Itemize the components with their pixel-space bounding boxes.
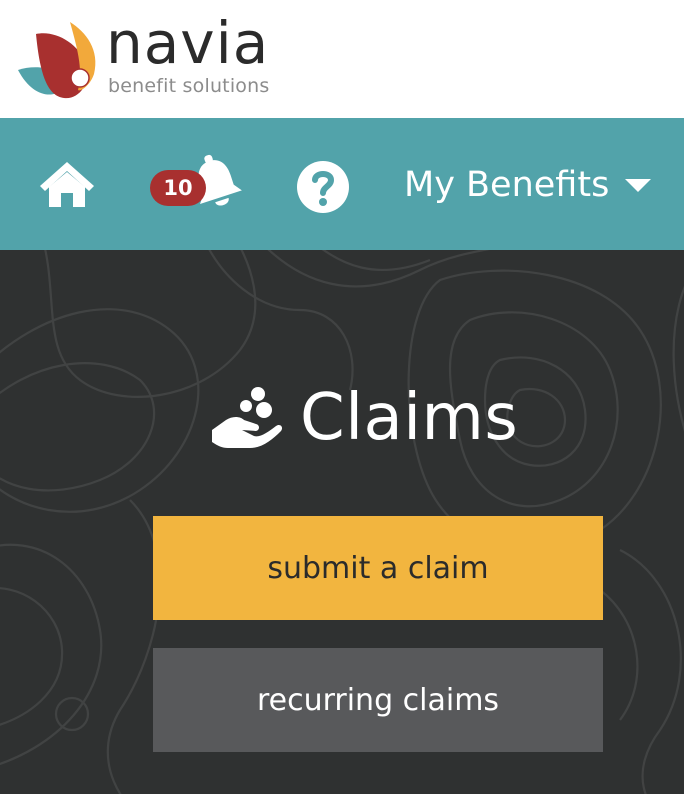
home-button[interactable] xyxy=(36,156,98,212)
recurring-claims-button[interactable]: recurring claims xyxy=(153,648,603,752)
site-header: navia benefit solutions xyxy=(0,0,684,118)
claims-heading: Claims xyxy=(210,368,518,468)
brand-tagline: benefit solutions xyxy=(108,75,270,97)
question-circle-icon xyxy=(297,161,349,213)
brand-name: navia xyxy=(106,9,270,77)
help-button[interactable] xyxy=(294,158,352,216)
page-title: Claims xyxy=(300,381,519,455)
submit-claim-button[interactable]: submit a claim xyxy=(153,516,603,620)
notification-count-badge: 10 xyxy=(150,170,206,206)
main-content: Claims submit a claim recurring claims xyxy=(0,250,684,794)
notifications-button[interactable]: 10 xyxy=(146,150,246,214)
my-benefits-menu[interactable]: My Benefits xyxy=(404,160,652,210)
recurring-claims-label: recurring claims xyxy=(256,682,500,718)
navia-flame-logo-icon xyxy=(18,22,96,99)
hand-holding-coins-icon xyxy=(212,387,283,448)
home-icon xyxy=(40,162,94,207)
caret-down-icon xyxy=(625,178,652,192)
main-navbar: 10 My Benefits xyxy=(0,118,684,250)
my-benefits-label: My Benefits xyxy=(404,165,610,205)
submit-claim-label: submit a claim xyxy=(267,550,489,586)
navia-logo[interactable]: navia benefit solutions xyxy=(14,9,314,107)
